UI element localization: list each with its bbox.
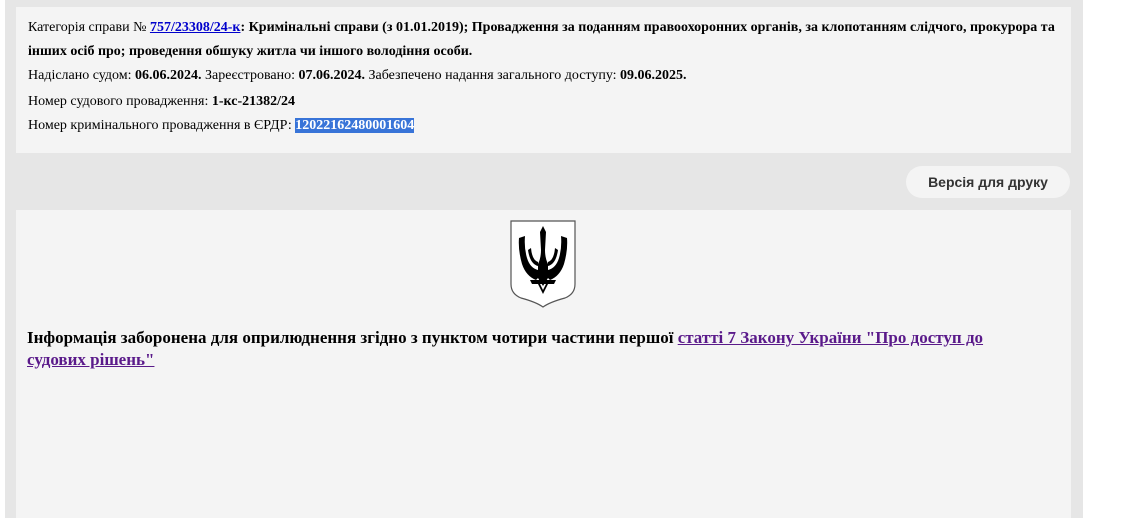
court-proceeding-number: 1-кс-21382/24 [211, 94, 296, 109]
case-category-line: Категорія справи № 757/23308/24-к: Кримі… [28, 16, 1059, 64]
coat-of-arms-of-ukraine-icon [510, 220, 576, 308]
erdr-line: Номер кримінального провадження в ЄРДР: … [28, 114, 1059, 138]
category-prefix: Категорія справи № [28, 20, 150, 35]
erdr-number[interactable]: 12022162480001604 [295, 118, 415, 133]
access-date: 09.06.2025. [620, 68, 687, 83]
court-proceeding-line: Номер судового провадження: 1-кс-21382/2… [28, 90, 1059, 114]
access-label: Забезпечено надання загального доступу: [364, 68, 621, 83]
notice-text: Інформація заборонена для оприлюднення з… [27, 328, 678, 347]
restricted-info-notice: Інформація заборонена для оприлюднення з… [27, 327, 1037, 371]
court-proceeding-label: Номер судового провадження: [28, 94, 212, 109]
dates-line: Надіслано судом: 06.06.2024. Зареєстрова… [28, 64, 1059, 88]
erdr-label: Номер кримінального провадження в ЄРДР: [28, 118, 296, 133]
document-panel: Інформація заборонена для оприлюднення з… [16, 210, 1071, 518]
sent-label: Надіслано судом: [28, 68, 135, 83]
case-number-link[interactable]: 757/23308/24-к [150, 20, 241, 35]
case-info-panel: Категорія справи № 757/23308/24-к: Кримі… [16, 7, 1071, 153]
sent-date: 06.06.2024. [135, 68, 202, 83]
registered-date: 07.06.2024. [298, 68, 365, 83]
registered-label: Зареєстровано: [201, 68, 299, 83]
print-version-button[interactable]: Версія для друку [906, 166, 1070, 198]
